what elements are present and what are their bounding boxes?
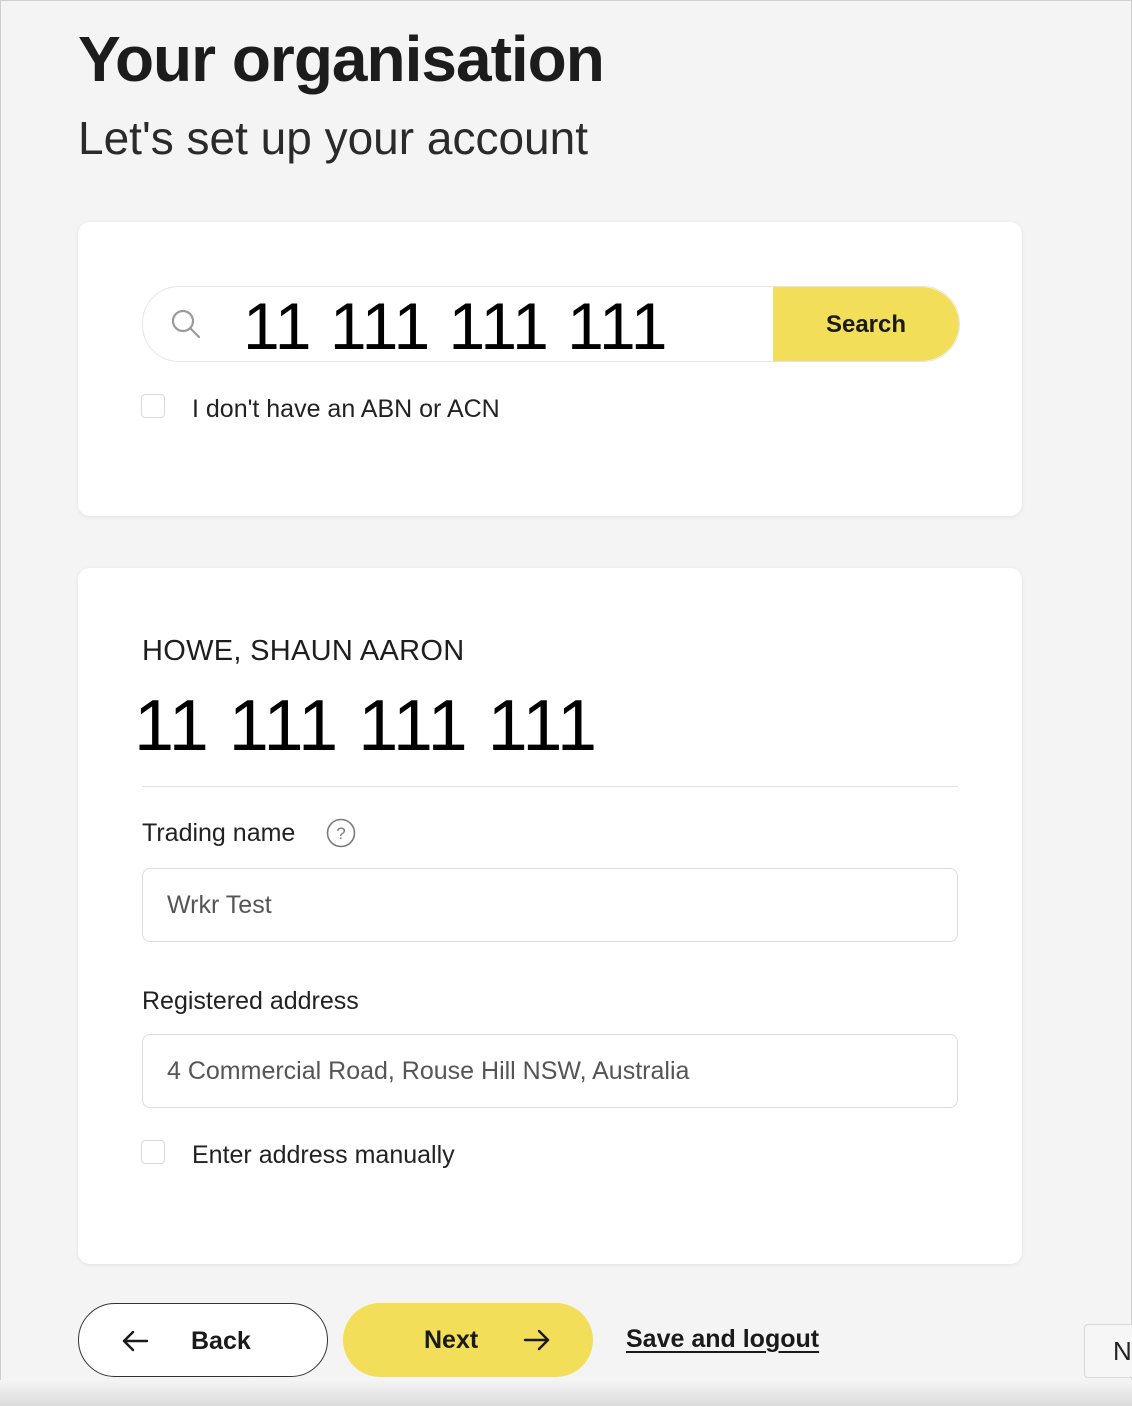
page-title: Your organisation [78,23,605,95]
arrow-left-icon [122,1330,149,1352]
edge-widget-button[interactable]: N [1084,1324,1132,1378]
registered-address-input[interactable]: 4 Commercial Road, Rouse Hill NSW, Austr… [142,1034,958,1108]
manual-address-checkbox[interactable] [141,1140,165,1164]
next-button-label: Next [424,1326,479,1354]
entity-number: 11 111 111 111 [134,686,598,766]
trading-name-input[interactable]: Wrkr Test [142,868,958,942]
divider [142,786,958,787]
save-and-logout-link[interactable]: Save and logout [626,1324,819,1354]
abn-search-card: 11 111 111 111 Search I don't have an AB… [78,222,1022,516]
trading-name-label: Trading name [142,819,296,847]
svg-text:?: ? [336,824,345,843]
search-icon [171,309,201,339]
abn-search-input[interactable]: 11 111 111 111 [243,291,668,361]
no-abn-checkbox[interactable] [141,394,165,418]
manual-address-label: Enter address manually [192,1141,455,1169]
search-button[interactable]: Search [773,287,959,361]
back-button[interactable]: Back [78,1303,328,1377]
entity-name: HOWE, SHAUN AARON [142,635,465,667]
help-circle-icon[interactable]: ? [326,818,356,848]
entity-details-card: HOWE, SHAUN AARON 11 111 111 111 Trading… [78,568,1022,1264]
next-button[interactable]: Next [343,1303,593,1377]
no-abn-label: I don't have an ABN or ACN [192,395,500,423]
abn-search-bar: 11 111 111 111 Search [142,286,960,362]
arrow-right-icon [523,1329,550,1351]
bottom-edge [0,1380,1132,1406]
page-subtitle: Let's set up your account [78,112,588,164]
registered-address-label: Registered address [142,987,359,1015]
back-button-label: Back [191,1327,251,1355]
